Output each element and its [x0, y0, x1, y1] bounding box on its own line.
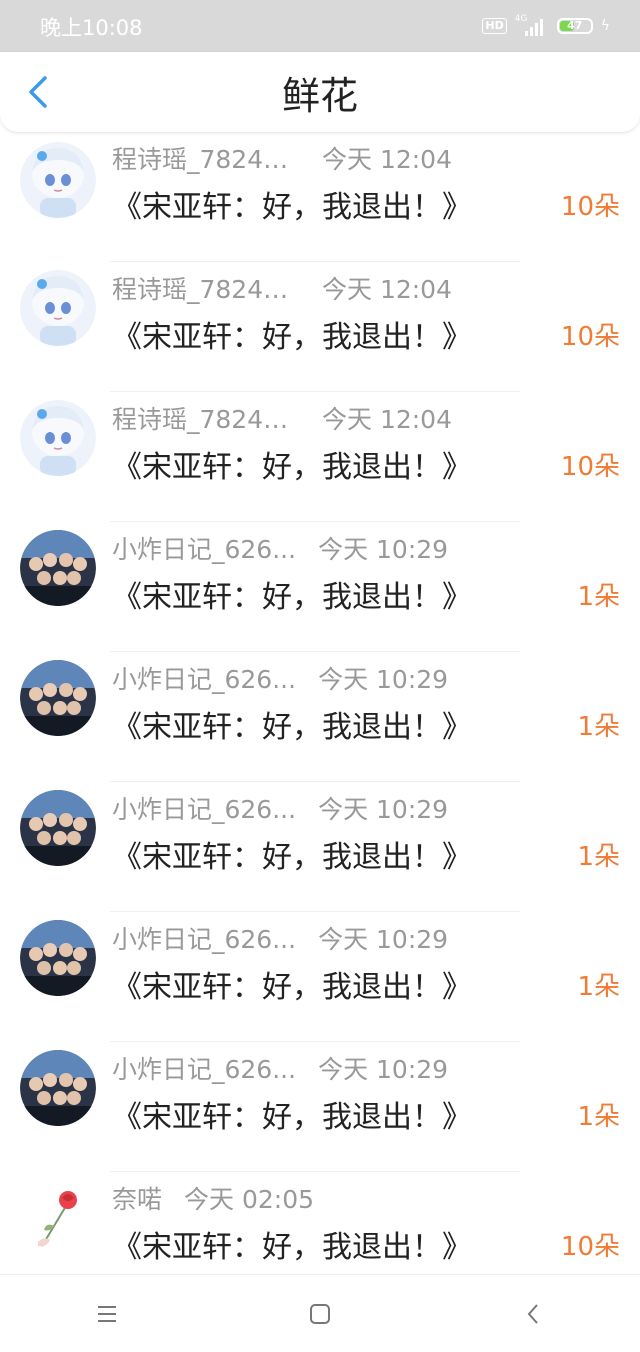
timestamp: 今天 10:29 — [318, 665, 449, 694]
home-button[interactable] — [300, 1294, 340, 1334]
timestamp: 今天 12:04 — [322, 145, 452, 174]
avatar[interactable] — [20, 790, 96, 866]
timestamp: 今天 10:29 — [318, 925, 449, 954]
gift-meta: 小炸日记_626... 今天 10:29 — [112, 1050, 448, 1086]
post-title[interactable]: 《宋亚轩：好，我退出！》 — [112, 1092, 472, 1136]
avatar[interactable] — [20, 1180, 96, 1256]
post-title[interactable]: 《宋亚轩：好，我退出！》 — [112, 832, 472, 876]
flower-count: 10朵 — [560, 192, 620, 222]
flower-count: 1朵 — [577, 1102, 620, 1132]
menu-button[interactable] — [87, 1294, 127, 1334]
flower-count: 1朵 — [577, 582, 620, 612]
avatar[interactable] — [20, 400, 96, 476]
username[interactable]: 小炸日记_626... — [112, 790, 296, 826]
charging-icon: ϟ — [600, 18, 610, 34]
avatar[interactable] — [20, 1050, 96, 1126]
post-title[interactable]: 《宋亚轩：好，我退出！》 — [112, 572, 472, 616]
avatar[interactable] — [20, 530, 96, 606]
gift-meta: 小炸日记_626... 今天 10:29 — [112, 920, 448, 956]
username[interactable]: 小炸日记_626... — [112, 530, 296, 566]
username[interactable]: 小炸日记_626... — [112, 920, 296, 956]
menu-icon — [97, 1305, 116, 1322]
gift-meta: 小炸日记_626... 今天 10:29 — [112, 530, 448, 566]
gift-list-item[interactable]: 小炸日记_626... 今天 10:29 《宋亚轩：好，我退出！》 1朵 — [0, 912, 640, 1042]
gift-list-item[interactable]: 奈喏 今天 02:05 《宋亚轩：好，我退出！》 10朵 — [0, 1172, 640, 1274]
battery-icon: 47 — [556, 18, 593, 34]
timestamp: 今天 02:05 — [184, 1185, 315, 1214]
gift-meta: 程诗瑶_78240... 今天 12:04 — [112, 140, 452, 176]
signal-icon: 4G — [515, 14, 549, 36]
system-back-button[interactable] — [513, 1294, 553, 1334]
post-title[interactable]: 《宋亚轩：好，我退出！》 — [112, 702, 472, 746]
post-title[interactable]: 《宋亚轩：好，我退出！》 — [112, 1222, 472, 1266]
page-title: 鲜花 — [281, 74, 358, 118]
avatar[interactable] — [20, 270, 96, 346]
avatar[interactable] — [20, 142, 96, 218]
timestamp: 今天 10:29 — [318, 535, 449, 564]
gift-meta: 小炸日记_626... 今天 10:29 — [112, 790, 448, 826]
gift-list-item[interactable]: 程诗瑶_78240... 今天 12:04 《宋亚轩：好，我退出！》 10朵 — [0, 392, 640, 522]
timestamp: 今天 12:04 — [322, 405, 452, 434]
gift-list-item[interactable]: 小炸日记_626... 今天 10:29 《宋亚轩：好，我退出！》 1朵 — [0, 522, 640, 652]
username[interactable]: 程诗瑶_78240... — [112, 270, 300, 306]
gift-meta: 程诗瑶_78240... 今天 12:04 — [112, 270, 452, 306]
status-icons: HD 4G 47 ϟ — [482, 14, 610, 38]
flower-count: 10朵 — [560, 452, 620, 482]
gift-list-item[interactable]: 小炸日记_626... 今天 10:29 《宋亚轩：好，我退出！》 1朵 — [0, 652, 640, 782]
post-title[interactable]: 《宋亚轩：好，我退出！》 — [112, 442, 472, 486]
flower-count: 1朵 — [577, 972, 620, 1002]
gift-list-item[interactable]: 小炸日记_626... 今天 10:29 《宋亚轩：好，我退出！》 1朵 — [0, 1042, 640, 1172]
post-title[interactable]: 《宋亚轩：好，我退出！》 — [112, 312, 472, 356]
gift-meta: 程诗瑶_78240... 今天 12:04 — [112, 400, 452, 436]
system-nav-bar — [0, 1274, 640, 1352]
status-bar: 晚上10:08 HD 4G 47 ϟ — [0, 0, 640, 52]
gift-meta: 奈喏 今天 02:05 — [112, 1180, 314, 1216]
battery-level: 47 — [567, 19, 583, 32]
avatar[interactable] — [20, 920, 96, 996]
status-time: 晚上10:08 — [40, 16, 143, 40]
timestamp: 今天 10:29 — [318, 1055, 449, 1084]
post-title[interactable]: 《宋亚轩：好，我退出！》 — [112, 962, 472, 1006]
back-icon — [527, 1303, 539, 1324]
gift-list-item[interactable]: 程诗瑶_78240... 今天 12:04 《宋亚轩：好，我退出！》 10朵 — [0, 132, 640, 262]
username[interactable]: 程诗瑶_78240... — [112, 140, 300, 176]
username[interactable]: 小炸日记_626... — [112, 1050, 296, 1086]
flower-count: 10朵 — [560, 1232, 620, 1262]
username[interactable]: 程诗瑶_78240... — [112, 400, 300, 436]
flower-gift-list: 程诗瑶_78240... 今天 12:04 《宋亚轩：好，我退出！》 10朵 程诗瑶_7… — [0, 132, 640, 1274]
username[interactable]: 小炸日记_626... — [112, 660, 296, 696]
username[interactable]: 奈喏 — [112, 1180, 162, 1216]
avatar[interactable] — [20, 660, 96, 736]
home-icon — [309, 1303, 330, 1324]
hd-icon: HD — [482, 18, 507, 34]
gift-meta: 小炸日记_626... 今天 10:29 — [112, 660, 448, 696]
flower-count: 10朵 — [560, 322, 620, 352]
timestamp: 今天 12:04 — [322, 275, 452, 304]
header: 鲜花 — [0, 52, 640, 132]
timestamp: 今天 10:29 — [318, 795, 449, 824]
flower-count: 1朵 — [577, 712, 620, 742]
post-title[interactable]: 《宋亚轩：好，我退出！》 — [112, 182, 472, 226]
gift-list-item[interactable]: 程诗瑶_78240... 今天 12:04 《宋亚轩：好，我退出！》 10朵 — [0, 262, 640, 392]
gift-list-item[interactable]: 小炸日记_626... 今天 10:29 《宋亚轩：好，我退出！》 1朵 — [0, 782, 640, 912]
flower-count: 1朵 — [577, 842, 620, 872]
